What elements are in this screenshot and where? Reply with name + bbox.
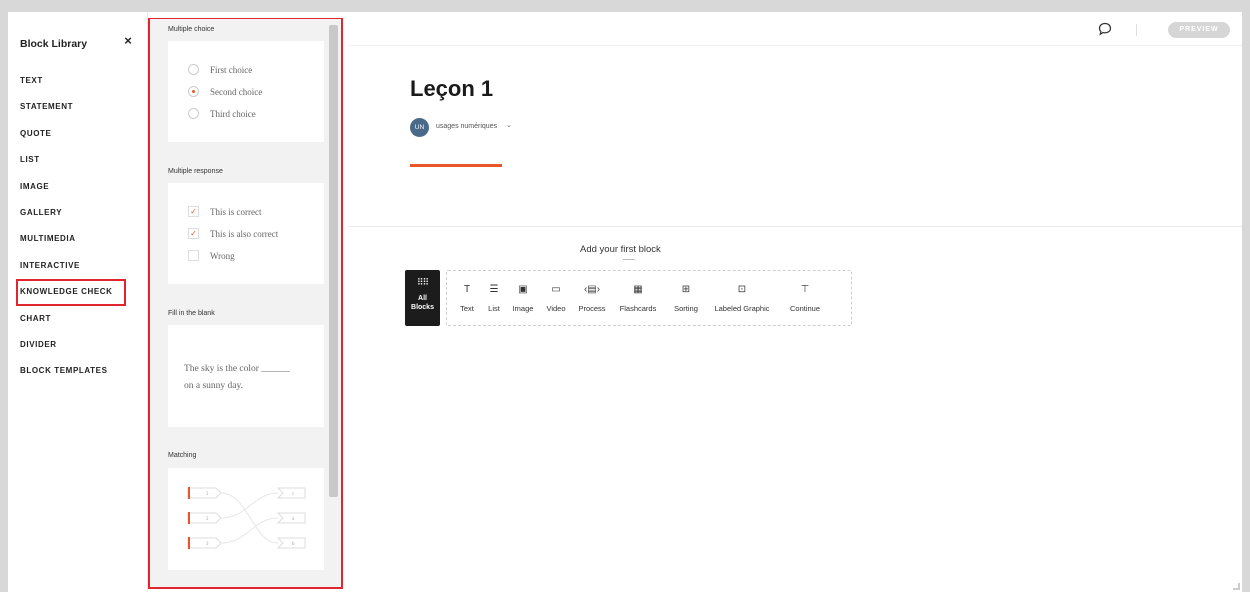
add-block-underline [623,259,635,260]
header-divider [348,226,1242,227]
response-label: Wrong [210,251,235,261]
block-category-list: TEXT STATEMENT QUOTE LIST IMAGE GALLERY … [8,68,148,385]
all-blocks-line-1: All [418,295,427,302]
block-label: Text [460,304,474,313]
sidebar-item-divider[interactable]: DIVIDER [8,332,148,358]
fill-blank-line-1: The sky is the color ______ [184,364,290,374]
topbar-separator [1136,24,1137,36]
matching-illustration-icon: 123 cab [187,487,306,549]
svg-text:c: c [292,491,294,496]
checkbox-icon [188,250,199,261]
resize-handle[interactable] [1233,583,1240,590]
sidebar-item-multimedia[interactable]: MULTIMEDIA [8,226,148,252]
editor-topbar: PREVIEW [348,12,1242,46]
image-icon: ▣ [518,284,528,295]
matching-card[interactable]: 123 cab [168,468,324,570]
preview-button[interactable]: PREVIEW [1168,22,1230,38]
block-label: Process [578,304,606,313]
sidebar-item-list[interactable]: LIST [8,147,148,173]
block-process-button[interactable]: ‹▤› Process [575,283,609,313]
flashcards-icon: ▦ [633,284,643,295]
fill-blank-title: Fill in the blank [168,310,215,317]
add-first-block-label: Add your first block [580,244,661,255]
multiple-choice-card[interactable]: First choice Second choice Third choice [168,41,324,142]
panel-scrollbar[interactable] [329,25,338,497]
block-continue-button[interactable]: ⊤ Continue [783,283,827,313]
sidebar-item-quote[interactable]: QUOTE [8,121,148,147]
sidebar-item-interactive[interactable]: INTERACTIVE [8,253,148,279]
block-text-button[interactable]: T Text [454,283,480,313]
multiple-response-card[interactable]: ✓ This is correct ✓ This is also correct… [168,183,324,284]
process-icon: ‹▤› [583,284,601,295]
block-labeled-graphic-button[interactable]: ⊡ Labeled Graphic [710,283,774,313]
matching-title: Matching [168,452,197,459]
sidebar-item-statement[interactable]: STATEMENT [8,94,148,120]
block-library-title: Block Library [20,38,88,50]
block-library-sidebar: Block Library × TEXT STATEMENT QUOTE LIS… [8,12,148,592]
block-image-button[interactable]: ▣ Image [509,283,537,313]
all-blocks-button[interactable]: ⠿⠿ All Blocks [405,270,440,326]
chevron-down-icon[interactable]: ⌄ [506,121,512,129]
labeled-graphic-icon: ⊡ [737,284,747,295]
block-label: Sorting [674,304,698,313]
choice-label: Third choice [210,109,256,119]
lesson-title[interactable]: Leçon 1 [410,76,493,102]
checkbox-checked-icon: ✓ [188,228,199,239]
block-flashcards-button[interactable]: ▦ Flashcards [613,283,663,313]
fill-blank-sentence: The sky is the color ______ on a sunny d… [184,361,290,395]
radio-icon [188,64,199,75]
all-blocks-label: All Blocks [405,294,440,312]
sidebar-item-knowledge-check[interactable]: KNOWLEDGE CHECK [16,279,126,306]
close-icon[interactable]: × [121,34,135,48]
sidebar-item-text[interactable]: TEXT [8,68,148,94]
sidebar-item-gallery[interactable]: GALLERY [8,200,148,226]
sidebar-item-chart[interactable]: CHART [8,306,148,332]
sidebar-item-image[interactable]: IMAGE [8,174,148,200]
block-label: Image [512,304,534,313]
title-underline [410,164,502,167]
block-list-button[interactable]: ☰ List [483,283,505,313]
choice-label: First choice [210,65,253,75]
block-label: Video [546,304,566,313]
checkbox-checked-icon: ✓ [188,206,199,217]
fill-blank-card[interactable]: The sky is the color ______ on a sunny d… [168,325,324,427]
radio-icon [188,108,199,119]
avatar: UN [410,118,429,137]
radio-selected-icon [188,86,199,97]
sorting-icon: ⊞ [681,284,691,295]
list-icon: ☰ [489,284,499,295]
multiple-response-title: Multiple response [168,168,223,175]
video-icon: ▭ [551,284,561,295]
grid-icon: ⠿⠿ [416,277,429,287]
all-blocks-line-2: Blocks [411,304,434,311]
knowledge-check-panel: Multiple choice First choice Second choi… [148,18,343,589]
block-sorting-button[interactable]: ⊞ Sorting [669,283,703,313]
text-icon: T [463,284,471,295]
quick-insert-block-strip: T Text ☰ List ▣ Image ▭ Video ‹▤› Proces… [446,270,852,326]
comment-icon[interactable] [1098,22,1112,36]
continue-icon: ⊤ [800,284,810,295]
block-label: Flashcards [619,304,657,313]
block-label: List [488,304,500,313]
lesson-editor: PREVIEW Leçon 1 UN usages numériques ⌄ A… [348,12,1242,592]
block-label: Labeled Graphic [714,304,770,313]
sidebar-item-block-templates[interactable]: BLOCK TEMPLATES [8,358,148,384]
choice-label: Second choice [210,87,263,97]
block-video-button[interactable]: ▭ Video [542,283,570,313]
fill-blank-line-2: on a sunny day. [184,381,244,391]
multiple-choice-title: Multiple choice [168,26,215,33]
response-label: This is correct [210,207,262,217]
block-label: Continue [789,304,821,313]
response-label: This is also correct [210,229,279,239]
author-name[interactable]: usages numériques [436,123,497,130]
app-frame: Block Library × TEXT STATEMENT QUOTE LIS… [8,12,1242,592]
